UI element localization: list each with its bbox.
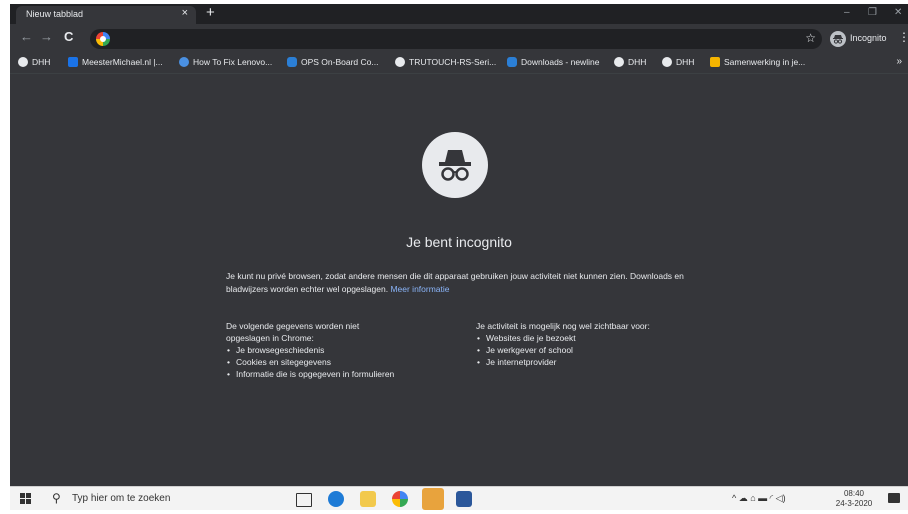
restore-button[interactable]: ❐: [868, 7, 877, 18]
globe-icon: [18, 57, 28, 67]
newline-icon: [287, 57, 297, 67]
notification-icon[interactable]: [888, 493, 900, 503]
minimize-button[interactable]: –: [844, 7, 850, 18]
tab-new-tab[interactable]: Nieuw tabblad ×: [16, 6, 196, 24]
google-icon: [96, 32, 110, 46]
clock-date: 24-3-2020: [835, 499, 873, 508]
browser-window: Nieuw tabblad × + – ❐ ✕ ← → C ☆ Incognit…: [10, 4, 908, 510]
tab-close-button[interactable]: ×: [182, 7, 188, 19]
word-icon[interactable]: [456, 491, 472, 507]
windows-start-icon[interactable]: [20, 493, 32, 505]
list-item: Websites die je bezoekt: [477, 332, 696, 344]
edge-icon[interactable]: [328, 491, 344, 507]
new-tab-button[interactable]: +: [206, 5, 215, 21]
globe-icon: [395, 57, 405, 67]
task-view-icon[interactable]: [296, 493, 312, 507]
incognito-icon: [422, 132, 488, 198]
toolbar: ← → C ☆ Incognito ⋮: [10, 24, 908, 53]
bookmark-item[interactable]: Downloads - newline: [507, 57, 599, 67]
page-title: Je bent incognito: [406, 234, 512, 250]
list-item: Cookies en sitegegevens: [227, 356, 466, 368]
tab-title: Nieuw tabblad: [26, 9, 84, 19]
not-saved-section: De volgende gegevens worden niet opgesla…: [226, 320, 466, 380]
close-window-button[interactable]: ✕: [894, 7, 902, 18]
bookmarks-overflow-button[interactable]: »: [896, 56, 902, 67]
bookmark-item[interactable]: DHH: [18, 57, 50, 67]
list-item: Informatie die is opgegeven in formulier…: [227, 368, 466, 380]
list-item: Je internetprovider: [477, 356, 696, 368]
chrome-menu-button[interactable]: ⋮: [898, 30, 908, 44]
title-bar: Nieuw tabblad × + – ❐ ✕: [10, 4, 908, 24]
bookmark-item[interactable]: TRUTOUCH-RS-Seri...: [395, 57, 496, 67]
active-app-icon[interactable]: [422, 488, 444, 510]
intro-text: Je kunt nu privé browsen, zodat andere m…: [226, 270, 696, 296]
system-tray[interactable]: ^ ☁ ⌂ ▬ ◜ ◁): [732, 493, 786, 504]
bookmark-label: DHH: [628, 57, 647, 67]
bookmark-item[interactable]: DHH: [614, 57, 646, 67]
reload-button[interactable]: C: [64, 30, 73, 44]
globe-icon: [614, 57, 624, 67]
site-icon: [179, 57, 189, 67]
bookmark-label: DHH: [32, 57, 51, 67]
bookmarks-bar: DHH MeesterMichael.nl |... How To Fix Le…: [10, 53, 908, 74]
bookmark-label: Samenwerking in je...: [724, 57, 806, 67]
bookmark-item[interactable]: DHH: [662, 57, 694, 67]
more-info-link[interactable]: Meer informatie: [390, 284, 449, 294]
bookmark-label: OPS On-Board Co...: [301, 57, 379, 67]
incognito-profile-button[interactable]: Incognito: [830, 29, 892, 49]
bookmark-label: How To Fix Lenovo...: [193, 57, 273, 67]
visible-to-title: Je activiteit is mogelijk nog wel zichtb…: [476, 321, 650, 331]
windows-taskbar: ⚲ Typ hier om te zoeken ^ ☁ ⌂ ▬ ◜ ◁) 08:…: [10, 486, 908, 510]
bookmark-item[interactable]: OPS On-Board Co...: [287, 57, 378, 67]
forward-button[interactable]: →: [40, 30, 53, 44]
file-explorer-icon[interactable]: [360, 491, 376, 507]
not-saved-title: De volgende gegevens worden niet opgesla…: [226, 321, 360, 343]
intro-body: Je kunt nu privé browsen, zodat andere m…: [226, 271, 684, 294]
newline-icon: [507, 57, 517, 67]
bookmark-label: TRUTOUCH-RS-Seri...: [409, 57, 497, 67]
bookmark-label: DHH: [676, 57, 695, 67]
list-item: Je browsegeschiedenis: [227, 344, 466, 356]
clock-time: 08:40: [843, 489, 865, 498]
site-icon: [68, 57, 78, 67]
search-icon: ⚲: [52, 491, 61, 505]
bookmark-item[interactable]: MeesterMichael.nl |...: [68, 57, 163, 67]
chrome-icon[interactable]: [392, 491, 408, 507]
visible-to-section: Je activiteit is mogelijk nog wel zichtb…: [476, 320, 696, 368]
incognito-avatar-icon: [830, 31, 846, 47]
bookmark-item[interactable]: Samenwerking in je...: [710, 57, 805, 67]
clock[interactable]: 08:40 24-3-2020: [832, 489, 876, 509]
globe-icon: [662, 57, 672, 67]
list-item: Je werkgever of school: [477, 344, 696, 356]
incognito-page: Je bent incognito Je kunt nu privé brows…: [10, 74, 908, 486]
bookmark-star-icon[interactable]: ☆: [805, 31, 816, 45]
incognito-label: Incognito: [850, 33, 887, 43]
site-icon: [710, 57, 720, 67]
bookmark-label: Downloads - newline: [521, 57, 600, 67]
address-bar[interactable]: ☆: [90, 29, 822, 49]
bookmark-label: MeesterMichael.nl |...: [82, 57, 163, 67]
search-placeholder: Typ hier om te zoeken: [72, 493, 171, 504]
bookmark-item[interactable]: How To Fix Lenovo...: [179, 57, 272, 67]
back-button[interactable]: ←: [20, 30, 33, 44]
taskbar-search-box[interactable]: ⚲ Typ hier om te zoeken: [46, 487, 276, 510]
